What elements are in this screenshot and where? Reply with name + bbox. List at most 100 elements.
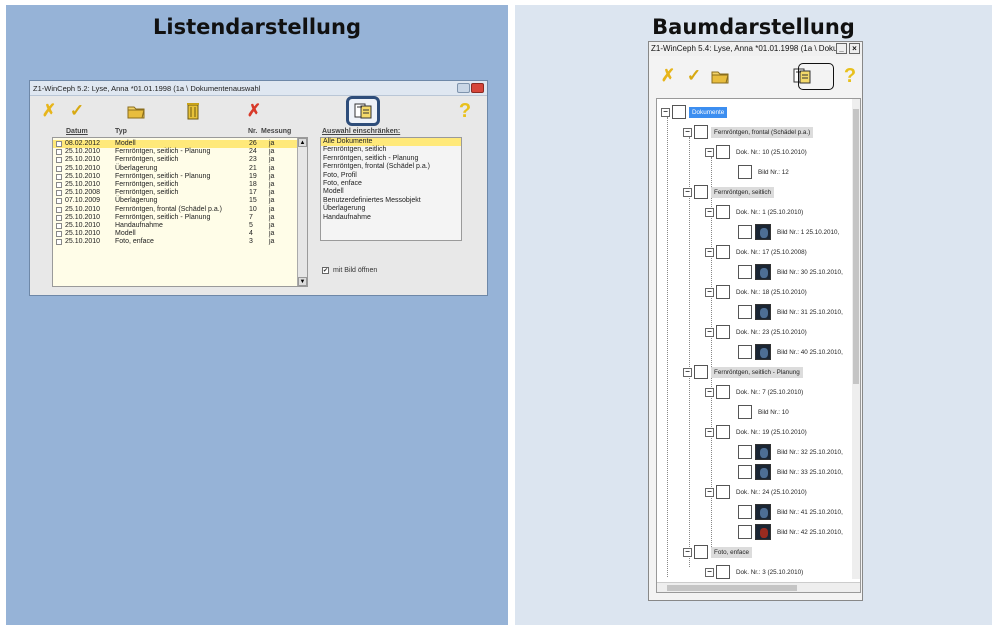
node-checkbox[interactable] bbox=[716, 285, 730, 299]
collapse-toggle-icon[interactable]: − bbox=[705, 207, 714, 217]
node-checkbox[interactable] bbox=[738, 505, 752, 519]
filter-item[interactable]: Überlagerung bbox=[321, 205, 461, 213]
tree-node[interactable]: Bild Nr.: 1 25.10.2010, bbox=[727, 224, 842, 240]
unmark-icon[interactable]: ✗ bbox=[243, 100, 265, 122]
filter-item[interactable]: Foto, enface bbox=[321, 180, 461, 188]
row-checkbox[interactable] bbox=[56, 239, 62, 246]
column-messung[interactable]: Messung bbox=[261, 128, 291, 135]
open-folder-icon[interactable] bbox=[125, 100, 147, 122]
tree-node[interactable]: − Dok. Nr.: 17 (25.10.2008) bbox=[705, 244, 810, 260]
collapse-toggle-icon[interactable]: − bbox=[705, 147, 714, 157]
tree-node[interactable]: − Dokumente bbox=[661, 104, 728, 120]
trash-icon[interactable] bbox=[182, 100, 204, 122]
column-datum[interactable]: Datum bbox=[66, 128, 88, 135]
table-row[interactable]: 25.10.2010 Modell 4 ja bbox=[53, 230, 307, 238]
node-checkbox[interactable] bbox=[738, 225, 752, 239]
close-button[interactable]: × bbox=[849, 43, 860, 54]
row-checkbox[interactable] bbox=[56, 231, 62, 238]
row-checkbox[interactable] bbox=[56, 173, 62, 180]
collapse-toggle-icon[interactable]: − bbox=[683, 367, 692, 377]
collapse-toggle-icon[interactable]: − bbox=[705, 387, 714, 397]
tree-node[interactable]: − Dok. Nr.: 19 (25.10.2010) bbox=[705, 424, 810, 440]
node-checkbox[interactable] bbox=[716, 485, 730, 499]
node-checkbox[interactable] bbox=[716, 205, 730, 219]
node-checkbox[interactable] bbox=[738, 345, 752, 359]
row-checkbox[interactable] bbox=[56, 149, 62, 156]
tree-node[interactable]: − Dok. Nr.: 3 (25.10.2010) bbox=[705, 564, 806, 580]
tree-view-toggle-icon[interactable] bbox=[346, 96, 380, 126]
node-checkbox[interactable] bbox=[738, 465, 752, 479]
table-row[interactable]: 25.10.2010 Fernröntgen, seitlich - Planun… bbox=[53, 214, 307, 222]
row-checkbox[interactable] bbox=[56, 190, 62, 197]
tree-vertical-scrollbar[interactable] bbox=[852, 99, 860, 579]
filter-item[interactable]: Modell bbox=[321, 188, 461, 196]
filter-item[interactable]: Fernröntgen, frontal (Schädel p.a.) bbox=[321, 163, 461, 171]
node-checkbox[interactable] bbox=[716, 565, 730, 579]
confirm-check-icon[interactable]: ✓ bbox=[66, 100, 88, 122]
close-button[interactable] bbox=[471, 83, 484, 93]
tree-node[interactable]: Bild Nr.: 10 bbox=[727, 404, 792, 420]
filter-item[interactable]: Fernröntgen, seitlich bbox=[321, 146, 461, 154]
table-row[interactable]: 25.10.2010 Fernröntgen, seitlich - Planun… bbox=[53, 173, 307, 181]
table-row[interactable]: 25.10.2010 Fernröntgen, seitlich 18 ja bbox=[53, 181, 307, 189]
minimize-button[interactable]: _ bbox=[836, 43, 847, 54]
collapse-toggle-icon[interactable]: − bbox=[705, 327, 714, 337]
filter-item[interactable]: Benutzerdefiniertes Messobjekt bbox=[321, 197, 461, 205]
collapse-toggle-icon[interactable]: − bbox=[705, 567, 714, 577]
row-checkbox[interactable] bbox=[56, 181, 62, 188]
tree-node[interactable]: Bild Nr.: 32 25.10.2010, bbox=[727, 444, 846, 460]
tree-node[interactable]: − Dok. Nr.: 23 (25.10.2010) bbox=[705, 324, 810, 340]
node-checkbox[interactable] bbox=[716, 425, 730, 439]
column-nr[interactable]: Nr. bbox=[248, 128, 257, 135]
filter-item[interactable]: Alle Dokumente bbox=[321, 138, 461, 147]
collapse-toggle-icon[interactable]: − bbox=[683, 547, 692, 557]
tree-node[interactable]: − Dok. Nr.: 18 (25.10.2010) bbox=[705, 284, 810, 300]
tree-node[interactable]: − Foto, enface bbox=[683, 544, 753, 560]
node-checkbox[interactable] bbox=[738, 445, 752, 459]
help-icon[interactable]: ? bbox=[839, 65, 861, 87]
minimize-button[interactable] bbox=[457, 83, 470, 93]
scroll-down-arrow-icon[interactable]: ▼ bbox=[298, 277, 307, 286]
collapse-toggle-icon[interactable]: − bbox=[705, 427, 714, 437]
tree-node[interactable]: − Dok. Nr.: 1 (25.10.2010) bbox=[705, 204, 806, 220]
tree-node[interactable]: − Dok. Nr.: 7 (25.10.2010) bbox=[705, 384, 806, 400]
table-row[interactable]: 08.02.2012 Modell 26 ja bbox=[53, 140, 307, 149]
cancel-x-icon[interactable]: ✗ bbox=[38, 100, 60, 122]
node-checkbox[interactable] bbox=[694, 545, 708, 559]
tree-node[interactable]: Bild Nr.: 42 25.10.2010, bbox=[727, 524, 846, 540]
node-checkbox[interactable] bbox=[738, 405, 752, 419]
filter-item[interactable]: Fernröntgen, seitlich - Planung bbox=[321, 155, 461, 163]
tree-node[interactable]: Bild Nr.: 30 25.10.2010, bbox=[727, 264, 846, 280]
row-checkbox[interactable] bbox=[56, 165, 62, 172]
tree-node[interactable]: Bild Nr.: 33 25.10.2010, bbox=[727, 464, 846, 480]
confirm-check-icon[interactable]: ✓ bbox=[683, 65, 705, 87]
column-typ[interactable]: Typ bbox=[115, 128, 127, 135]
tree-node[interactable]: − Fernröntgen, frontal (Schädel p.a.) bbox=[683, 124, 814, 140]
node-checkbox[interactable] bbox=[738, 165, 752, 179]
table-row[interactable]: 25.10.2010 Handaufnahme 5 ja bbox=[53, 222, 307, 230]
tree-node[interactable]: − Dok. Nr.: 24 (25.10.2010) bbox=[705, 484, 810, 500]
node-checkbox[interactable] bbox=[738, 305, 752, 319]
scroll-up-arrow-icon[interactable]: ▲ bbox=[298, 138, 307, 147]
tree-node[interactable]: − Dok. Nr.: 10 (25.10.2010) bbox=[705, 144, 810, 160]
row-checkbox[interactable] bbox=[56, 206, 62, 213]
row-checkbox[interactable] bbox=[56, 222, 62, 229]
tree-node[interactable]: Bild Nr.: 40 25.10.2010, bbox=[727, 344, 846, 360]
collapse-toggle-icon[interactable]: − bbox=[683, 187, 692, 197]
checkbox-box[interactable]: ✔ bbox=[322, 267, 329, 274]
table-row[interactable]: 07.10.2009 Überlagerung 15 ja bbox=[53, 197, 307, 205]
row-checkbox[interactable] bbox=[56, 141, 62, 147]
collapse-toggle-icon[interactable]: − bbox=[683, 127, 692, 137]
filter-item[interactable]: Handaufnahme bbox=[321, 214, 461, 222]
tree-node[interactable]: Bild Nr.: 31 25.10.2010, bbox=[727, 304, 846, 320]
collapse-toggle-icon[interactable]: − bbox=[705, 487, 714, 497]
node-checkbox[interactable] bbox=[716, 145, 730, 159]
cancel-x-icon[interactable]: ✗ bbox=[657, 65, 679, 87]
collapse-toggle-icon[interactable]: − bbox=[661, 107, 670, 117]
tree-horizontal-scrollbar[interactable] bbox=[657, 582, 860, 592]
table-row[interactable]: 25.10.2010 Überlagerung 21 ja bbox=[53, 165, 307, 173]
tree-node[interactable]: − Fernröntgen, seitlich - Planung bbox=[683, 364, 803, 380]
node-checkbox[interactable] bbox=[738, 265, 752, 279]
tree-node[interactable]: − Fernröntgen, seitlich bbox=[683, 184, 775, 200]
collapse-toggle-icon[interactable]: − bbox=[705, 287, 714, 297]
